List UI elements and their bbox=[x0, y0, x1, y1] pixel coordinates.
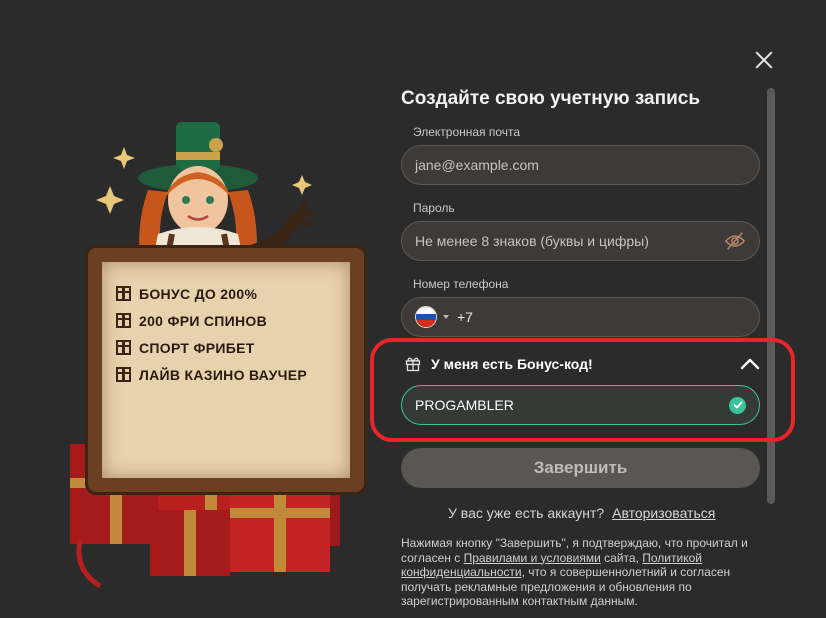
promo-item-text: БОНУС ДО 200% bbox=[139, 285, 258, 302]
bonus-code-toggle[interactable]: У меня есть Бонус-код! bbox=[405, 352, 760, 376]
bonus-code-title: У меня есть Бонус-код! bbox=[431, 356, 593, 372]
bonus-code-field[interactable] bbox=[415, 397, 729, 413]
terms-text: Нажимая кнопку "Завершить", я подтвержда… bbox=[401, 536, 761, 609]
gift-icon bbox=[116, 286, 131, 301]
terms-link[interactable]: Правилами и условиями bbox=[464, 551, 601, 565]
bonus-code-field-wrapper bbox=[401, 385, 760, 425]
close-icon[interactable] bbox=[753, 49, 775, 71]
eye-off-icon[interactable] bbox=[724, 230, 746, 252]
gift-icon bbox=[116, 313, 131, 328]
terms-text-part: сайта, bbox=[600, 550, 643, 565]
form-title: Создайте свою учетную запись bbox=[401, 88, 701, 109]
password-field-wrapper bbox=[401, 221, 760, 261]
email-field-wrapper bbox=[401, 145, 760, 185]
promo-item: СПОРТ ФРИБЕТ bbox=[116, 334, 307, 361]
phone-field-wrapper bbox=[401, 297, 760, 337]
phone-label: Номер телефона bbox=[413, 277, 509, 291]
promo-item: ЛАЙВ КАЗИНО ВАУЧЕР bbox=[116, 361, 307, 388]
russia-flag-icon[interactable] bbox=[415, 306, 437, 328]
email-label: Электронная почта bbox=[413, 125, 521, 139]
login-link[interactable]: Авторизоваться bbox=[612, 505, 715, 521]
promo-item-text: СПОРТ ФРИБЕТ bbox=[139, 339, 255, 356]
promo-item-text: ЛАЙВ КАЗИНО ВАУЧЕР bbox=[139, 366, 307, 383]
country-dropdown-caret-icon[interactable] bbox=[443, 315, 449, 319]
submit-button[interactable]: Завершить bbox=[401, 448, 760, 488]
login-prompt: У вас уже есть аккаунт? bbox=[448, 505, 605, 521]
promo-item: 200 ФРИ СПИНОВ bbox=[116, 307, 307, 334]
promo-item: БОНУС ДО 200% bbox=[116, 280, 307, 307]
phone-field[interactable] bbox=[457, 309, 746, 325]
promo-list: БОНУС ДО 200% 200 ФРИ СПИНОВ СПОРТ ФРИБЕ… bbox=[116, 280, 307, 388]
promo-item-text: 200 ФРИ СПИНОВ bbox=[139, 312, 268, 329]
password-label: Пароль bbox=[413, 201, 455, 215]
scrollbar-thumb[interactable] bbox=[767, 88, 775, 504]
scrollbar-track[interactable] bbox=[767, 88, 775, 504]
promo-banner: БОНУС ДО 200% 200 ФРИ СПИНОВ СПОРТ ФРИБЕ… bbox=[40, 100, 380, 600]
email-field[interactable] bbox=[415, 157, 746, 173]
gift-icon bbox=[405, 357, 421, 372]
chevron-up-icon[interactable] bbox=[740, 357, 760, 371]
check-icon bbox=[729, 396, 746, 414]
gift-icon bbox=[116, 340, 131, 355]
login-row: У вас уже есть аккаунт? Авторизоваться bbox=[448, 505, 715, 521]
gift-icon bbox=[116, 367, 131, 382]
promo-sign: БОНУС ДО 200% 200 ФРИ СПИНОВ СПОРТ ФРИБЕ… bbox=[88, 248, 364, 492]
password-field[interactable] bbox=[415, 233, 724, 249]
